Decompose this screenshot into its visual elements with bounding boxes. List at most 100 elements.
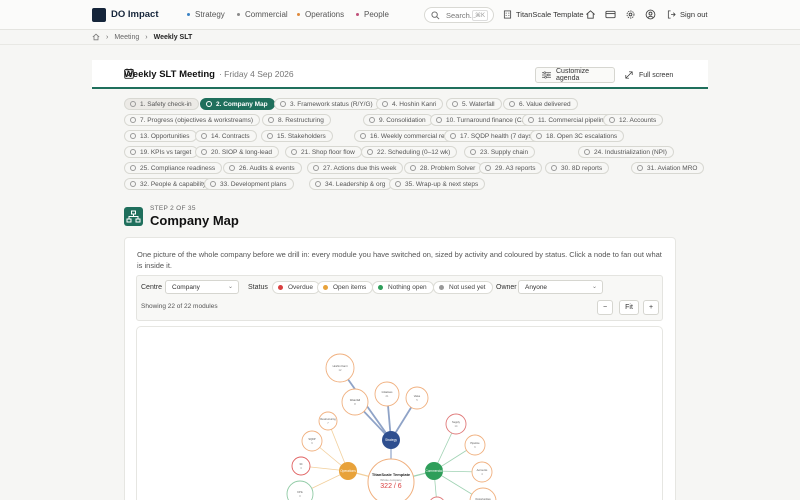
meeting-name: Weekly SLT Meeting	[124, 69, 215, 80]
status-filter-overdue[interactable]: Overdue	[272, 281, 320, 294]
agenda-step-19[interactable]: 19. KPIs vs target	[124, 146, 199, 158]
agenda-step-32[interactable]: 32. People & capability	[124, 178, 214, 190]
fullscreen-button[interactable]: Full screen	[625, 67, 683, 83]
agenda-step-label: 18. Open 3C escalations	[546, 132, 618, 140]
breadcrumb-meeting[interactable]: Meeting	[114, 34, 139, 41]
step-counter: STEP 2 OF 35	[150, 205, 196, 212]
module-node[interactable]: 3C3	[291, 456, 311, 476]
module-node-label: Hoshin Kanri	[333, 364, 348, 368]
module-node-circle[interactable]	[464, 434, 486, 456]
agenda-step-30[interactable]: 30. 8D reports	[545, 162, 610, 174]
search-input[interactable]: Search... ⌘K	[424, 7, 494, 23]
owner-select[interactable]: Anyone ⌄	[518, 280, 603, 294]
agenda-step-4[interactable]: 4. Hoshin Kanri	[376, 98, 444, 110]
module-node[interactable]: KPIs0	[286, 480, 314, 500]
agenda-step-5[interactable]: 5. Waterfall	[446, 98, 502, 110]
module-node[interactable]: Supply14	[445, 413, 467, 435]
agenda-step-24[interactable]: 24. Industrialization (NPI)	[578, 146, 674, 158]
agenda-step-label: 1. Safety check-in	[140, 100, 192, 108]
fit-button[interactable]: Fit	[619, 300, 639, 315]
agenda-step-20[interactable]: 20. SIOP & long-lead	[195, 146, 279, 158]
agenda-step-1[interactable]: 1. Safety check-in	[124, 98, 199, 110]
agenda-step-12[interactable]: 12. Accounts	[603, 114, 664, 126]
module-node[interactable]: Waterfall8	[341, 388, 369, 416]
status-label: Status	[248, 284, 268, 291]
agenda-step-28[interactable]: 28. Problem Solver	[404, 162, 483, 174]
agenda-step-29[interactable]: 29. A3 reports	[479, 162, 543, 174]
agenda-step-6[interactable]: 6. Value delivered	[503, 98, 578, 110]
agenda-step-23[interactable]: 23. Supply chain	[464, 146, 536, 158]
agenda-step-31[interactable]: 31. Aviation MRO	[631, 162, 705, 174]
nav-operations[interactable]: Operations	[297, 10, 344, 19]
center-node-subtitle: Whole company	[380, 478, 402, 482]
agenda-step-21[interactable]: 21. Shop floor flow	[285, 146, 362, 158]
module-node-label: Pipeline	[470, 441, 480, 445]
status-filter-nothing-open[interactable]: Nothing open	[372, 281, 434, 294]
zoom-in-button[interactable]: +	[643, 300, 659, 315]
module-node[interactable]: Opportunities11	[469, 487, 497, 500]
agenda-step-8[interactable]: 8. Restructuring	[262, 114, 331, 126]
nav-strategy[interactable]: Strategy	[187, 10, 225, 19]
module-node-label: Restructuring	[320, 417, 336, 421]
agenda-step-15[interactable]: 15. Stakeholders	[261, 130, 333, 142]
agenda-step-9[interactable]: 9. Consolidation	[363, 114, 433, 126]
module-node[interactable]: Initiatives21	[374, 381, 400, 407]
agenda-step-27[interactable]: 27. Actions due this week	[307, 162, 404, 174]
brand-name[interactable]: DO Impact	[111, 9, 159, 20]
module-node[interactable]: Hoshin Kanri12	[325, 353, 355, 383]
status-filter-open-items[interactable]: Open items	[317, 281, 374, 294]
agenda-step-7[interactable]: 7. Progress (objectives & workstreams)	[124, 114, 261, 126]
module-node[interactable]: Restructuring7	[318, 411, 338, 431]
template-switcher[interactable]: TitanScale Template	[503, 10, 584, 19]
module-node-circle[interactable]	[301, 430, 323, 452]
module-node[interactable]: SQDP9	[301, 430, 323, 452]
card-icon[interactable]	[605, 9, 616, 20]
gear-icon[interactable]	[625, 9, 636, 20]
agenda-step-2[interactable]: 2. Company Map	[200, 98, 275, 110]
signout-button[interactable]: Sign out	[667, 10, 708, 19]
agenda-step-13[interactable]: 13. Opportunities	[124, 130, 197, 142]
agenda-step-label: 15. Stakeholders	[277, 132, 326, 140]
zoom-out-button[interactable]: −	[597, 300, 613, 315]
module-node-circle[interactable]	[318, 411, 338, 431]
nav-people[interactable]: People	[356, 10, 389, 19]
module-node-circle[interactable]	[445, 413, 467, 435]
agenda-step-11[interactable]: 11. Commercial pipeline	[522, 114, 615, 126]
home-icon[interactable]	[92, 33, 100, 41]
module-node-circle[interactable]	[374, 381, 400, 407]
module-node[interactable]: Accounts4	[471, 461, 493, 483]
status-filter-not-used[interactable]: Not used yet	[433, 281, 493, 294]
customize-agenda-button[interactable]: Customize agenda	[535, 67, 615, 83]
agenda-step-22[interactable]: 22. Scheduling (0–12 wk)	[361, 146, 458, 158]
module-node[interactable]: Pipeline6	[464, 434, 486, 456]
check-circle-icon	[509, 101, 515, 107]
module-node-circle[interactable]	[471, 461, 493, 483]
module-node-circle[interactable]	[291, 456, 311, 476]
agenda-step-18[interactable]: 18. Open 3C escalations	[530, 130, 625, 142]
agenda-step-3[interactable]: 3. Framework status (R/Y/G)	[274, 98, 380, 110]
module-node-circle[interactable]	[405, 386, 429, 410]
nav-label: Operations	[305, 10, 345, 19]
brand-logo[interactable]	[92, 8, 106, 22]
agenda-step-35[interactable]: 35. Wrap-up & next steps	[389, 178, 486, 190]
agenda-step-label: 33. Development plans	[220, 180, 287, 188]
agenda-step-34[interactable]: 34. Leadership & org	[309, 178, 393, 190]
agenda-step-25[interactable]: 25. Compliance readiness	[124, 162, 223, 174]
module-node[interactable]: Value5	[405, 386, 429, 410]
module-node-circle[interactable]	[341, 388, 369, 416]
home-icon[interactable]	[585, 9, 596, 20]
agenda-step-17[interactable]: 17. SQDP health (7 days)	[444, 130, 541, 142]
nav-commercial[interactable]: Commercial	[237, 10, 288, 19]
agenda-step-26[interactable]: 26. Audits & events	[223, 162, 302, 174]
graph-canvas[interactable]: Hoshin Kanri12 Waterfall8Initiatives21 Val…	[137, 327, 663, 500]
module-node-circle[interactable]	[325, 353, 355, 383]
centre-select[interactable]: Company ⌄	[165, 280, 239, 294]
center-node-title: TitanScale Template	[372, 472, 411, 477]
company-map-graph[interactable]: Hoshin Kanri 12 Waterfall 8 Initiatives 21 Val…	[136, 326, 663, 500]
check-circle-icon	[206, 101, 212, 107]
status-label-text: Overdue	[288, 284, 313, 291]
agenda-step-14[interactable]: 14. Contracts	[195, 130, 257, 142]
agenda-step-33[interactable]: 33. Development plans	[204, 178, 294, 190]
center-node-value: 322 / 6	[380, 483, 402, 490]
user-icon[interactable]	[645, 9, 656, 20]
